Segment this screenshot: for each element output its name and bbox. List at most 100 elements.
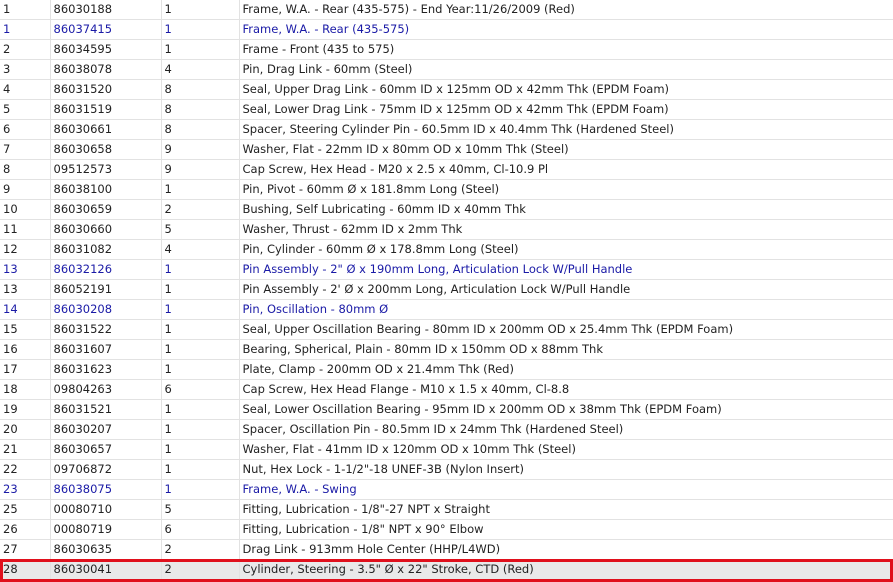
description-cell: Seal, Upper Oscillation Bearing - 80mm I… [239, 319, 893, 340]
part-number-cell: 86030041 [50, 559, 162, 580]
table-row-selected[interactable]: 28 86030041 2 Cylinder, Steering - 3.5" … [0, 559, 893, 580]
table-row[interactable]: 13 86052191 1 Pin Assembly - 2' Ø x 200m… [0, 279, 893, 300]
description-cell: Pin, Oscillation - 80mm Ø [239, 299, 893, 320]
quantity-cell: 2 [161, 559, 240, 580]
part-number-cell: 86032126 [50, 259, 162, 280]
table-row[interactable]: 21 86030657 1 Washer, Flat - 41mm ID x 1… [0, 439, 893, 460]
description-cell: Frame, W.A. - Rear (435-575) [239, 19, 893, 40]
description-cell: Frame - Front (435 to 575) [239, 39, 893, 60]
description-cell: Nut, Hex Lock - 1-1/2"-18 UNEF-3B (Nylon… [239, 459, 893, 480]
quantity-cell: 1 [161, 479, 240, 500]
table-row[interactable]: 12 86031082 4 Pin, Cylinder - 60mm Ø x 1… [0, 239, 893, 260]
ref-number-cell: 7 [0, 139, 51, 160]
parts-table-body: 1 86030188 1 Frame, W.A. - Rear (435-575… [0, 0, 893, 580]
table-row[interactable]: 18 09804263 6 Cap Screw, Hex Head Flange… [0, 379, 893, 400]
ref-number-cell: 11 [0, 219, 51, 240]
description-cell: Washer, Flat - 22mm ID x 80mm OD x 10mm … [239, 139, 893, 160]
quantity-cell: 1 [161, 179, 240, 200]
part-number-cell: 86030207 [50, 419, 162, 440]
ref-number-cell: 20 [0, 419, 51, 440]
description-cell: Cap Screw, Hex Head Flange - M10 x 1.5 x… [239, 379, 893, 400]
part-number-cell: 86031607 [50, 339, 162, 360]
part-number-cell: 86031623 [50, 359, 162, 380]
quantity-cell: 1 [161, 359, 240, 380]
part-number-cell: 86031522 [50, 319, 162, 340]
table-row[interactable]: 19 86031521 1 Seal, Lower Oscillation Be… [0, 399, 893, 420]
quantity-cell: 1 [161, 439, 240, 460]
table-row[interactable]: 10 86030659 2 Bushing, Self Lubricating … [0, 199, 893, 220]
quantity-cell: 1 [161, 419, 240, 440]
table-row[interactable]: 3 86038078 4 Pin, Drag Link - 60mm (Stee… [0, 59, 893, 80]
table-row-link[interactable]: 14 86030208 1 Pin, Oscillation - 80mm Ø [0, 299, 893, 320]
description-cell: Seal, Upper Drag Link - 60mm ID x 125mm … [239, 79, 893, 100]
part-number-cell: 86030661 [50, 119, 162, 140]
part-number-cell: 86030657 [50, 439, 162, 460]
ref-number-cell: 15 [0, 319, 51, 340]
part-number-cell: 86038075 [50, 479, 162, 500]
part-number-cell: 86052191 [50, 279, 162, 300]
table-row[interactable]: 4 86031520 8 Seal, Upper Drag Link - 60m… [0, 79, 893, 100]
part-number-cell: 86030659 [50, 199, 162, 220]
ref-number-cell: 4 [0, 79, 51, 100]
quantity-cell: 2 [161, 539, 240, 560]
description-cell: Pin, Cylinder - 60mm Ø x 178.8mm Long (S… [239, 239, 893, 260]
quantity-cell: 4 [161, 59, 240, 80]
table-row-link[interactable]: 13 86032126 1 Pin Assembly - 2" Ø x 190m… [0, 259, 893, 280]
table-row[interactable]: 15 86031522 1 Seal, Upper Oscillation Be… [0, 319, 893, 340]
description-cell: Pin Assembly - 2' Ø x 200mm Long, Articu… [239, 279, 893, 300]
ref-number-cell: 1 [0, 19, 51, 40]
description-cell: Cap Screw, Hex Head - M20 x 2.5 x 40mm, … [239, 159, 893, 180]
quantity-cell: 2 [161, 199, 240, 220]
ref-number-cell: 17 [0, 359, 51, 380]
quantity-cell: 1 [161, 19, 240, 40]
table-row[interactable]: 5 86031519 8 Seal, Lower Drag Link - 75m… [0, 99, 893, 120]
part-number-cell: 86038078 [50, 59, 162, 80]
quantity-cell: 1 [161, 339, 240, 360]
quantity-cell: 9 [161, 159, 240, 180]
part-number-cell: 09804263 [50, 379, 162, 400]
ref-number-cell: 25 [0, 499, 51, 520]
table-row[interactable]: 2 86034595 1 Frame - Front (435 to 575) [0, 39, 893, 60]
part-number-cell: 00080719 [50, 519, 162, 540]
ref-number-cell: 8 [0, 159, 51, 180]
ref-number-cell: 14 [0, 299, 51, 320]
description-cell: Washer, Flat - 41mm ID x 120mm OD x 10mm… [239, 439, 893, 460]
ref-number-cell: 10 [0, 199, 51, 220]
quantity-cell: 9 [161, 139, 240, 160]
description-cell: Pin, Drag Link - 60mm (Steel) [239, 59, 893, 80]
ref-number-cell: 1 [0, 0, 51, 20]
table-row[interactable]: 17 86031623 1 Plate, Clamp - 200mm OD x … [0, 359, 893, 380]
table-row-link[interactable]: 23 86038075 1 Frame, W.A. - Swing [0, 479, 893, 500]
table-row[interactable]: 7 86030658 9 Washer, Flat - 22mm ID x 80… [0, 139, 893, 160]
table-row[interactable]: 22 09706872 1 Nut, Hex Lock - 1-1/2"-18 … [0, 459, 893, 480]
quantity-cell: 1 [161, 399, 240, 420]
description-cell: Cylinder, Steering - 3.5" Ø x 22" Stroke… [239, 559, 893, 580]
table-row-link[interactable]: 1 86037415 1 Frame, W.A. - Rear (435-575… [0, 19, 893, 40]
description-cell: Pin, Pivot - 60mm Ø x 181.8mm Long (Stee… [239, 179, 893, 200]
quantity-cell: 1 [161, 259, 240, 280]
quantity-cell: 6 [161, 519, 240, 540]
part-number-cell: 86030208 [50, 299, 162, 320]
description-cell: Spacer, Oscillation Pin - 80.5mm ID x 24… [239, 419, 893, 440]
table-row[interactable]: 27 86030635 2 Drag Link - 913mm Hole Cen… [0, 539, 893, 560]
part-number-cell: 86031519 [50, 99, 162, 120]
part-number-cell: 86031521 [50, 399, 162, 420]
quantity-cell: 8 [161, 79, 240, 100]
table-row[interactable]: 6 86030661 8 Spacer, Steering Cylinder P… [0, 119, 893, 140]
table-row[interactable]: 20 86030207 1 Spacer, Oscillation Pin - … [0, 419, 893, 440]
part-number-cell: 86030188 [50, 0, 162, 20]
description-cell: Pin Assembly - 2" Ø x 190mm Long, Articu… [239, 259, 893, 280]
table-row[interactable]: 9 86038100 1 Pin, Pivot - 60mm Ø x 181.8… [0, 179, 893, 200]
table-row[interactable]: 8 09512573 9 Cap Screw, Hex Head - M20 x… [0, 159, 893, 180]
table-row[interactable]: 25 00080710 5 Fitting, Lubrication - 1/8… [0, 499, 893, 520]
table-row[interactable]: 26 00080719 6 Fitting, Lubrication - 1/8… [0, 519, 893, 540]
ref-number-cell: 23 [0, 479, 51, 500]
table-row[interactable]: 1 86030188 1 Frame, W.A. - Rear (435-575… [0, 0, 893, 20]
description-cell: Fitting, Lubrication - 1/8" NPT x 90° El… [239, 519, 893, 540]
table-row[interactable]: 11 86030660 5 Washer, Thrust - 62mm ID x… [0, 219, 893, 240]
ref-number-cell: 16 [0, 339, 51, 360]
ref-number-cell: 22 [0, 459, 51, 480]
ref-number-cell: 5 [0, 99, 51, 120]
part-number-cell: 86030635 [50, 539, 162, 560]
table-row[interactable]: 16 86031607 1 Bearing, Spherical, Plain … [0, 339, 893, 360]
